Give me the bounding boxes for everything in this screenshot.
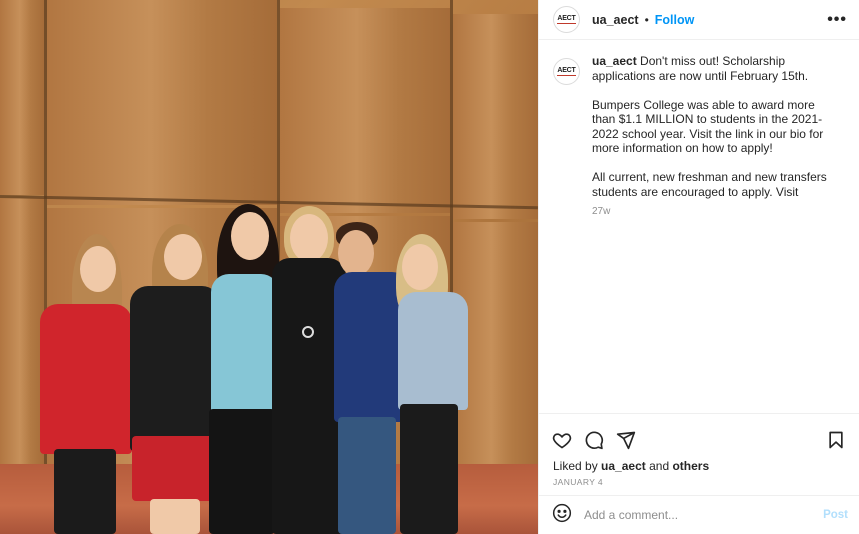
wood-panel [0, 0, 44, 195]
liked-by-others[interactable]: others [672, 459, 709, 473]
post-actions-section: Liked by ua_aect and others JANUARY 4 [539, 413, 859, 487]
wood-panel [453, 14, 538, 219]
more-icon[interactable]: ••• [827, 11, 847, 29]
comment-input[interactable]: Add a comment... [584, 508, 823, 522]
liked-by-user[interactable]: ua_aect [601, 459, 646, 473]
wood-panel [280, 8, 450, 213]
likes-summary: Liked by ua_aect and others [553, 459, 710, 473]
post-side-panel: AECT ua_aect • Follow ••• AECT ua_aect D… [538, 0, 859, 534]
caption-body: ua_aect Don't miss out! Scholarship appl… [592, 54, 832, 413]
action-bar [539, 414, 859, 456]
post-comment-button[interactable]: Post [823, 509, 848, 521]
comment-bar: Add a comment... Post [539, 495, 859, 534]
bookmark-icon[interactable] [826, 430, 846, 450]
share-icon[interactable] [616, 430, 636, 450]
caption-paragraph: Bumpers College was able to award more t… [592, 97, 824, 156]
caption-paragraph: ua_aect Don't miss out! Scholarship appl… [592, 54, 809, 83]
emoji-icon[interactable] [552, 503, 572, 528]
post-photo[interactable] [0, 0, 538, 534]
person-1 [38, 234, 138, 534]
wood-panel [47, 0, 277, 205]
caption-username[interactable]: ua_aect [592, 54, 637, 68]
comment-icon[interactable] [584, 430, 604, 450]
person-6 [392, 234, 472, 534]
caption-avatar[interactable]: AECT [553, 58, 580, 85]
caption-paragraph: All current, new freshman and new transf… [592, 170, 827, 199]
post-date[interactable]: JANUARY 4 [539, 473, 859, 487]
account-username[interactable]: ua_aect [592, 13, 639, 27]
post-header: AECT ua_aect • Follow ••• [539, 0, 859, 40]
follow-button[interactable]: Follow [655, 13, 695, 27]
account-avatar[interactable]: AECT [553, 6, 580, 33]
header-separator: • [644, 12, 649, 27]
heart-icon[interactable] [552, 430, 572, 450]
caption-age[interactable]: 27w [592, 205, 832, 220]
post-caption: AECT ua_aect Don't miss out! Scholarship… [539, 40, 859, 413]
